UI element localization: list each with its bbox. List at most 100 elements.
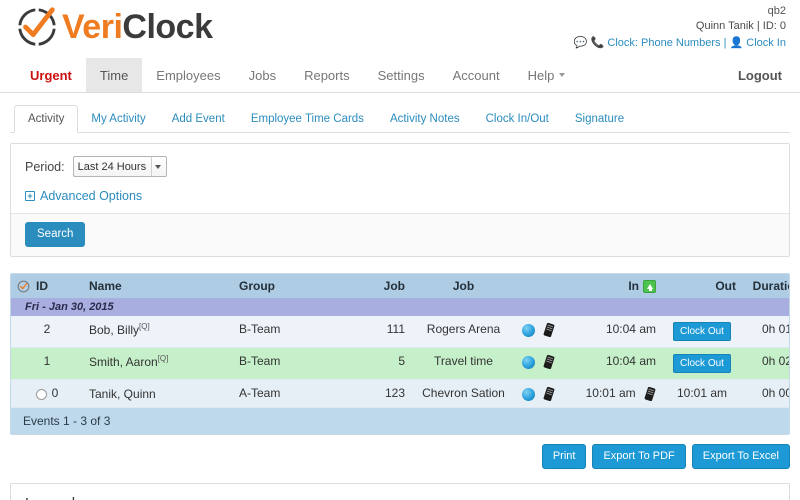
search-panel: Period: Last 24 Hours + Advanced Options…	[10, 143, 790, 257]
export-pdf-button[interactable]: Export To PDF	[592, 444, 686, 470]
legend-title: Legend	[25, 495, 775, 500]
search-panel-footer: Search	[11, 213, 789, 256]
brand-name-part2: Clock	[122, 8, 213, 46]
nav-item-employees[interactable]: Employees	[142, 58, 234, 92]
nav-item-time[interactable]: Time	[85, 58, 143, 92]
tab-add-event[interactable]: Add Event	[159, 106, 238, 132]
period-select-value: Last 24 Hours	[77, 160, 147, 173]
account-user: Quinn Tanik | ID: 0	[695, 20, 786, 32]
column-header-in[interactable]: In	[576, 274, 662, 299]
period-label: Period:	[25, 159, 65, 174]
cell-group: B-Team	[233, 347, 351, 381]
table-row[interactable]: 1 Smith, Aaron[Q] B-Team 5 Travel time 1…	[11, 347, 789, 381]
tab-my-activity-label: My Activity	[91, 113, 146, 125]
tab-signature[interactable]: Signature	[562, 106, 637, 132]
gps-dot-icon[interactable]	[522, 387, 535, 401]
column-header-id[interactable]: ID	[11, 274, 83, 299]
nav-label-account: Account	[452, 67, 500, 83]
column-header-group[interactable]: Group	[233, 274, 351, 299]
cell-in-time: 10:01 am	[576, 379, 662, 409]
account-info: qb2 Quinn Tanik | ID: 0 💬 📞 Clock: Phone…	[574, 4, 786, 51]
clock-phone-numbers-link[interactable]: Clock: Phone Numbers	[607, 37, 720, 49]
chevron-down-icon	[559, 73, 566, 77]
clock-out-button[interactable]: Clock Out	[673, 322, 731, 342]
cell-job-name: Travel time	[411, 347, 516, 381]
phone-icon[interactable]	[543, 387, 555, 402]
search-panel-body: Period: Last 24 Hours + Advanced Options	[11, 144, 789, 213]
advanced-options-link[interactable]: Advanced Options	[40, 189, 142, 203]
tab-signature-label: Signature	[574, 113, 625, 125]
column-header-job-number[interactable]: Job	[351, 274, 411, 299]
column-header-out-label: Out	[715, 279, 736, 294]
column-header-job-name-label: Job	[452, 279, 475, 294]
cell-name-text: Smith, Aaron	[89, 355, 158, 370]
cell-id: 2	[11, 316, 83, 349]
phone-icon[interactable]	[543, 323, 555, 338]
nav-item-jobs[interactable]: Jobs	[235, 58, 290, 92]
masthead: VeriClock qb2 Quinn Tanik | ID: 0 💬 📞 Cl…	[0, 0, 800, 58]
cell-id: 0	[11, 379, 83, 409]
tab-activity-label: Activity	[28, 113, 65, 125]
print-button[interactable]: Print	[541, 444, 587, 470]
column-header-id-label: ID	[36, 279, 48, 294]
clock-out-button[interactable]: Clock Out	[673, 354, 731, 374]
column-header-duration[interactable]: Duration	[742, 274, 789, 299]
cell-group: A-Team	[233, 379, 351, 409]
column-header-name[interactable]: Name	[83, 274, 233, 299]
nav-item-reports[interactable]: Reports	[290, 58, 364, 92]
account-quick-links: 💬 📞 Clock: Phone Numbers | 👤 Clock In	[574, 36, 786, 51]
column-header-job-name[interactable]: Job	[411, 274, 516, 299]
cell-job-number: 111	[351, 316, 411, 349]
logout-button[interactable]: Logout	[738, 58, 782, 92]
nav-label-help: Help	[527, 67, 555, 83]
nav-item-settings[interactable]: Settings	[364, 58, 439, 92]
tab-clock-in-out[interactable]: Clock In/Out	[473, 106, 562, 132]
cell-duration: 0h 02m	[742, 347, 789, 381]
gps-dot-icon[interactable]	[522, 323, 535, 337]
export-excel-button[interactable]: Export To Excel	[691, 444, 790, 470]
cell-out: 10:01 am	[662, 379, 742, 409]
cell-name-superscript: [Q]	[157, 354, 169, 364]
cell-name-text: Bob, Billy	[89, 323, 140, 338]
nav-label-time: Time	[99, 67, 129, 83]
cell-id: 1	[11, 347, 83, 381]
cell-job-name: Rogers Arena	[411, 316, 516, 349]
period-row: Period: Last 24 Hours	[25, 156, 775, 177]
phone-icon[interactable]	[644, 387, 656, 402]
column-header-job-number-label: Job	[383, 279, 405, 294]
phone-icon[interactable]	[543, 355, 555, 370]
tab-employee-time-cards[interactable]: Employee Time Cards	[238, 106, 377, 132]
date-group-label: Fri - Jan 30, 2015	[11, 298, 789, 317]
table-row[interactable]: 0 Tanik, Quinn A-Team 123 Chevron Sation	[11, 379, 789, 409]
tab-activity-notes-label: Activity Notes	[389, 113, 460, 125]
chevron-down-icon	[150, 157, 164, 176]
brand-logo[interactable]: VeriClock	[14, 4, 213, 50]
cell-job-name: Chevron Sation	[411, 379, 516, 409]
nav-item-account[interactable]: Account	[439, 58, 514, 92]
advanced-options-row[interactable]: + Advanced Options	[25, 189, 775, 203]
links-separator: |	[723, 37, 727, 49]
cell-duration: 0h 01m	[742, 316, 789, 349]
clock-in-link[interactable]: Clock In	[746, 37, 786, 49]
clock-check-icon	[17, 280, 30, 293]
tab-my-activity[interactable]: My Activity	[78, 106, 158, 132]
row-select-radio[interactable]	[35, 388, 47, 400]
nav-item-help[interactable]: Help	[514, 58, 580, 92]
table-header-row: ID Name Group Job Job In Out Durati	[11, 274, 789, 299]
nav-item-urgent[interactable]: Urgent	[14, 58, 86, 92]
cell-job-number: 123	[351, 379, 411, 409]
gps-dot-icon[interactable]	[522, 355, 535, 369]
tab-activity[interactable]: Activity	[14, 105, 79, 133]
cell-name: Bob, Billy[Q]	[83, 316, 233, 349]
cell-out: Clock Out	[662, 347, 742, 381]
results-table-container: ID Name Group Job Job In Out Durati Fri …	[10, 273, 790, 436]
phone-icon: 📞	[590, 37, 605, 49]
table-row[interactable]: 2 Bob, Billy[Q] B-Team 111 Rogers Arena	[11, 316, 789, 349]
cell-out: Clock Out	[662, 316, 742, 349]
column-header-out[interactable]: Out	[662, 274, 742, 299]
cell-in-time: 10:04 am	[576, 316, 662, 349]
tab-activity-notes[interactable]: Activity Notes	[377, 106, 473, 132]
tab-add-event-label: Add Event	[171, 113, 225, 125]
period-select[interactable]: Last 24 Hours	[72, 156, 167, 177]
search-button[interactable]: Search	[25, 222, 86, 247]
